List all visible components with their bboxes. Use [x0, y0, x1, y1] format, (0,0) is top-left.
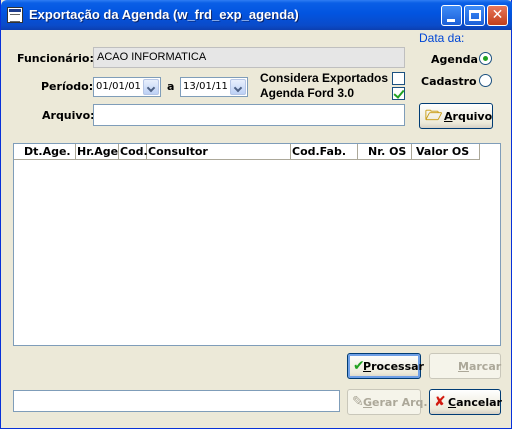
chevron-down-icon[interactable] — [143, 79, 159, 95]
periodo-start-value: 01/01/01 — [96, 81, 141, 92]
marcar-button-label: Marcar — [458, 360, 502, 373]
main-window: Exportação da Agenda (w_frd_exp_agenda) … — [0, 0, 512, 429]
arquivo-label: Arquivo: — [42, 109, 95, 122]
considera-exportados-label: Considera Exportados — [260, 71, 389, 85]
folder-open-icon: 🗁 — [425, 108, 443, 124]
chevron-down-icon[interactable] — [230, 79, 246, 95]
funcionario-field[interactable]: ACAO INFORMATICA — [93, 47, 405, 68]
periodo-separator: a — [167, 80, 175, 93]
data-da-title: Data da: — [419, 31, 465, 45]
marcar-button[interactable]: Marcar — [429, 353, 501, 379]
cancelar-button[interactable]: ✘ Cancelar — [429, 389, 502, 415]
periodo-end-combo[interactable]: 13/01/11 — [180, 77, 248, 97]
cadastro-option-label: Cadastro — [421, 75, 477, 88]
col-header-cod-fab[interactable]: Cod.Fab. — [291, 144, 358, 160]
agenda-grid[interactable]: Dt.Age. Hr.Age. Cod. Consultor Cod.Fab. … — [13, 143, 501, 346]
arquivo-input[interactable] — [93, 104, 405, 126]
gerar-arquivo-button[interactable]: ✎ Gerar Arq. — [347, 389, 428, 415]
col-header-cod[interactable]: Cod. — [119, 144, 148, 160]
considera-exportados-checkbox[interactable] — [392, 72, 405, 85]
cadastro-radio[interactable] — [479, 74, 492, 87]
col-header-hr-age[interactable]: Hr.Age. — [76, 144, 122, 160]
periodo-start-combo[interactable]: 01/01/01 — [93, 77, 161, 97]
maximize-button[interactable] — [464, 5, 485, 26]
processar-button-label: Processar — [363, 360, 424, 373]
cancelar-button-label: Cancelar — [448, 396, 502, 409]
window-title: Exportação da Agenda (w_frd_exp_agenda) — [29, 7, 299, 22]
periodo-label: Período: — [41, 80, 94, 93]
minimize-icon — [447, 19, 455, 22]
status-field — [13, 390, 340, 412]
arquivo-button-label: Arquivo — [444, 110, 493, 123]
minimize-button[interactable] — [441, 5, 462, 26]
agenda-ford-checkbox[interactable] — [392, 87, 405, 100]
gerar-arquivo-button-label: Gerar Arq. — [363, 396, 428, 409]
maximize-icon — [469, 10, 481, 21]
col-header-valor-os[interactable]: Valor OS — [412, 144, 480, 160]
col-header-dt-age[interactable]: Dt.Age. — [14, 144, 76, 160]
periodo-end-value: 13/01/11 — [183, 81, 228, 92]
agenda-ford-label: Agenda Ford 3.0 — [260, 86, 355, 100]
agenda-radio[interactable] — [479, 52, 492, 65]
arquivo-button[interactable]: 🗁 Arquivo — [419, 103, 493, 129]
col-header-nr-os[interactable]: Nr. OS — [358, 144, 412, 160]
processar-button[interactable]: ✔ Processar — [347, 353, 424, 379]
app-window-icon — [7, 7, 23, 23]
funcionario-label: Funcionário: — [17, 52, 94, 65]
close-icon: ✕ — [491, 7, 504, 23]
agenda-option-label: Agenda — [431, 53, 478, 66]
title-bar[interactable]: Exportação da Agenda (w_frd_exp_agenda) … — [1, 0, 512, 30]
close-button[interactable]: ✕ — [487, 5, 508, 26]
col-header-consultor[interactable]: Consultor — [147, 144, 291, 160]
